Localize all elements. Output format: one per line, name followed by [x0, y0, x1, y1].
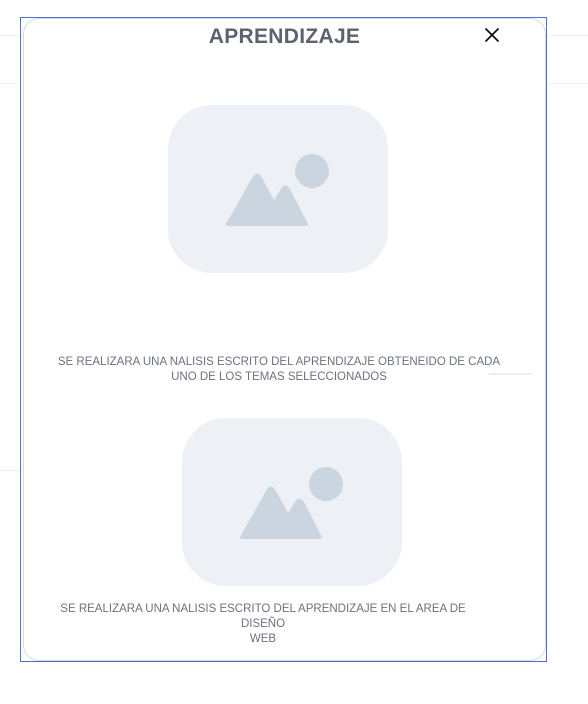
caption-line: UNO DE LOS TEMAS SELECCIONADOS [171, 371, 387, 383]
caption-line: SE REALIZARA UNA NALISIS ESCRITO DEL APR… [57, 356, 501, 368]
item-caption: SE REALIZARA UNA NALISIS ESCRITO DEL APR… [38, 602, 488, 647]
modal-content: APRENDIZAJE SE REALIZARA UNA NALISIS ESC… [23, 18, 546, 661]
close-icon[interactable] [482, 25, 502, 45]
image-placeholder-icon [168, 105, 388, 273]
caption-line: WEB [249, 633, 277, 645]
image-placeholder-icon [182, 418, 402, 586]
item-caption: SE REALIZARA UNA NALISIS ESCRITO DEL APR… [54, 355, 504, 385]
background-divider [0, 470, 20, 471]
divider [489, 373, 531, 375]
caption-line: SE REALIZARA UNA NALISIS ESCRITO DEL APR… [60, 603, 466, 630]
modal-title: APRENDIZAJE [208, 25, 361, 48]
aprendizaje-modal: APRENDIZAJE SE REALIZARA UNA NALISIS ESC… [20, 17, 547, 662]
